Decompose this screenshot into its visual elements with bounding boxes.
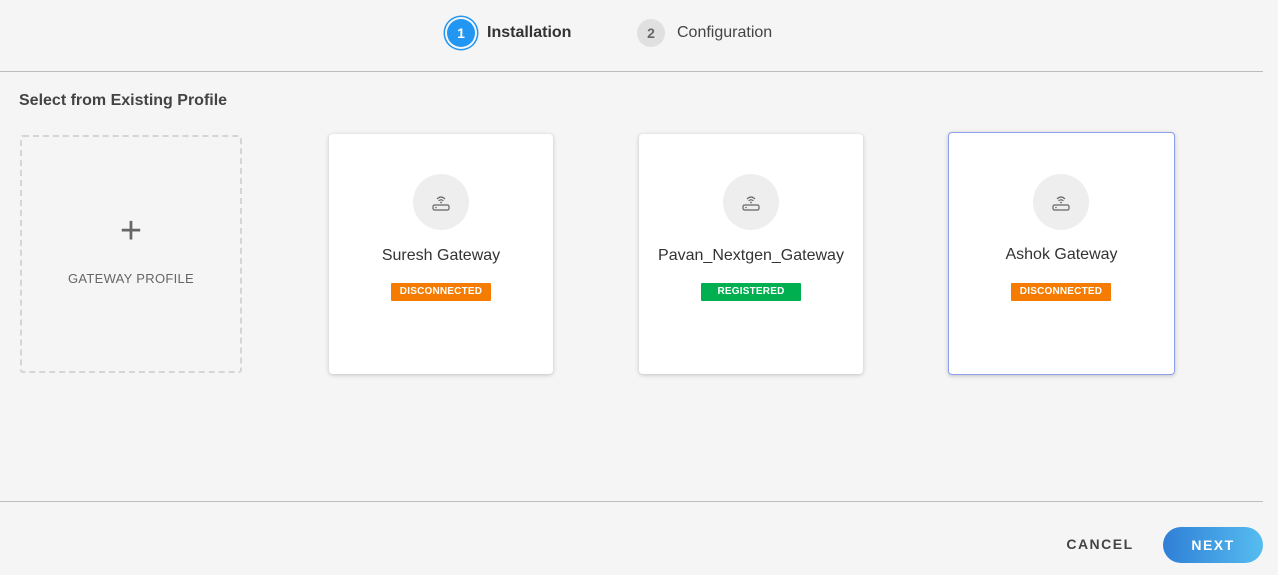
footer-divider: [0, 501, 1263, 502]
stepper: 1 Installation 2 Configuration: [0, 0, 1263, 72]
add-gateway-profile-card[interactable]: + GATEWAY PROFILE: [20, 135, 242, 373]
gateway-card[interactable]: Suresh Gateway DISCONNECTED: [329, 134, 553, 374]
gateway-name: Pavan_Nextgen_Gateway: [658, 247, 844, 264]
gateway-card-selected[interactable]: Ashok Gateway DISCONNECTED: [948, 132, 1175, 375]
step-label: Configuration: [677, 24, 773, 41]
gateway-name: Suresh Gateway: [381, 247, 501, 264]
gateway-name: Ashok Gateway: [1005, 246, 1118, 263]
plus-icon: +: [119, 210, 143, 252]
step-installation[interactable]: 1 Installation: [445, 17, 571, 49]
step-configuration[interactable]: 2 Configuration: [635, 17, 772, 49]
gateway-card[interactable]: Pavan_Nextgen_Gateway REGISTERED: [639, 134, 863, 374]
status-badge: DISCONNECTED: [1011, 283, 1111, 301]
section-title: Select from Existing Profile: [19, 92, 228, 109]
router-wifi-icon: [1033, 174, 1089, 230]
router-wifi-icon: [413, 174, 469, 230]
status-badge: REGISTERED: [701, 283, 801, 301]
router-wifi-icon: [723, 174, 779, 230]
cancel-button[interactable]: CANCEL: [1055, 530, 1145, 558]
add-card-label: GATEWAY PROFILE: [67, 271, 195, 286]
step-number-badge: 1: [447, 19, 475, 47]
step-number-badge: 2: [637, 19, 665, 47]
next-button[interactable]: NEXT: [1163, 527, 1263, 563]
status-badge: DISCONNECTED: [391, 283, 491, 301]
step-label: Installation: [487, 24, 572, 41]
